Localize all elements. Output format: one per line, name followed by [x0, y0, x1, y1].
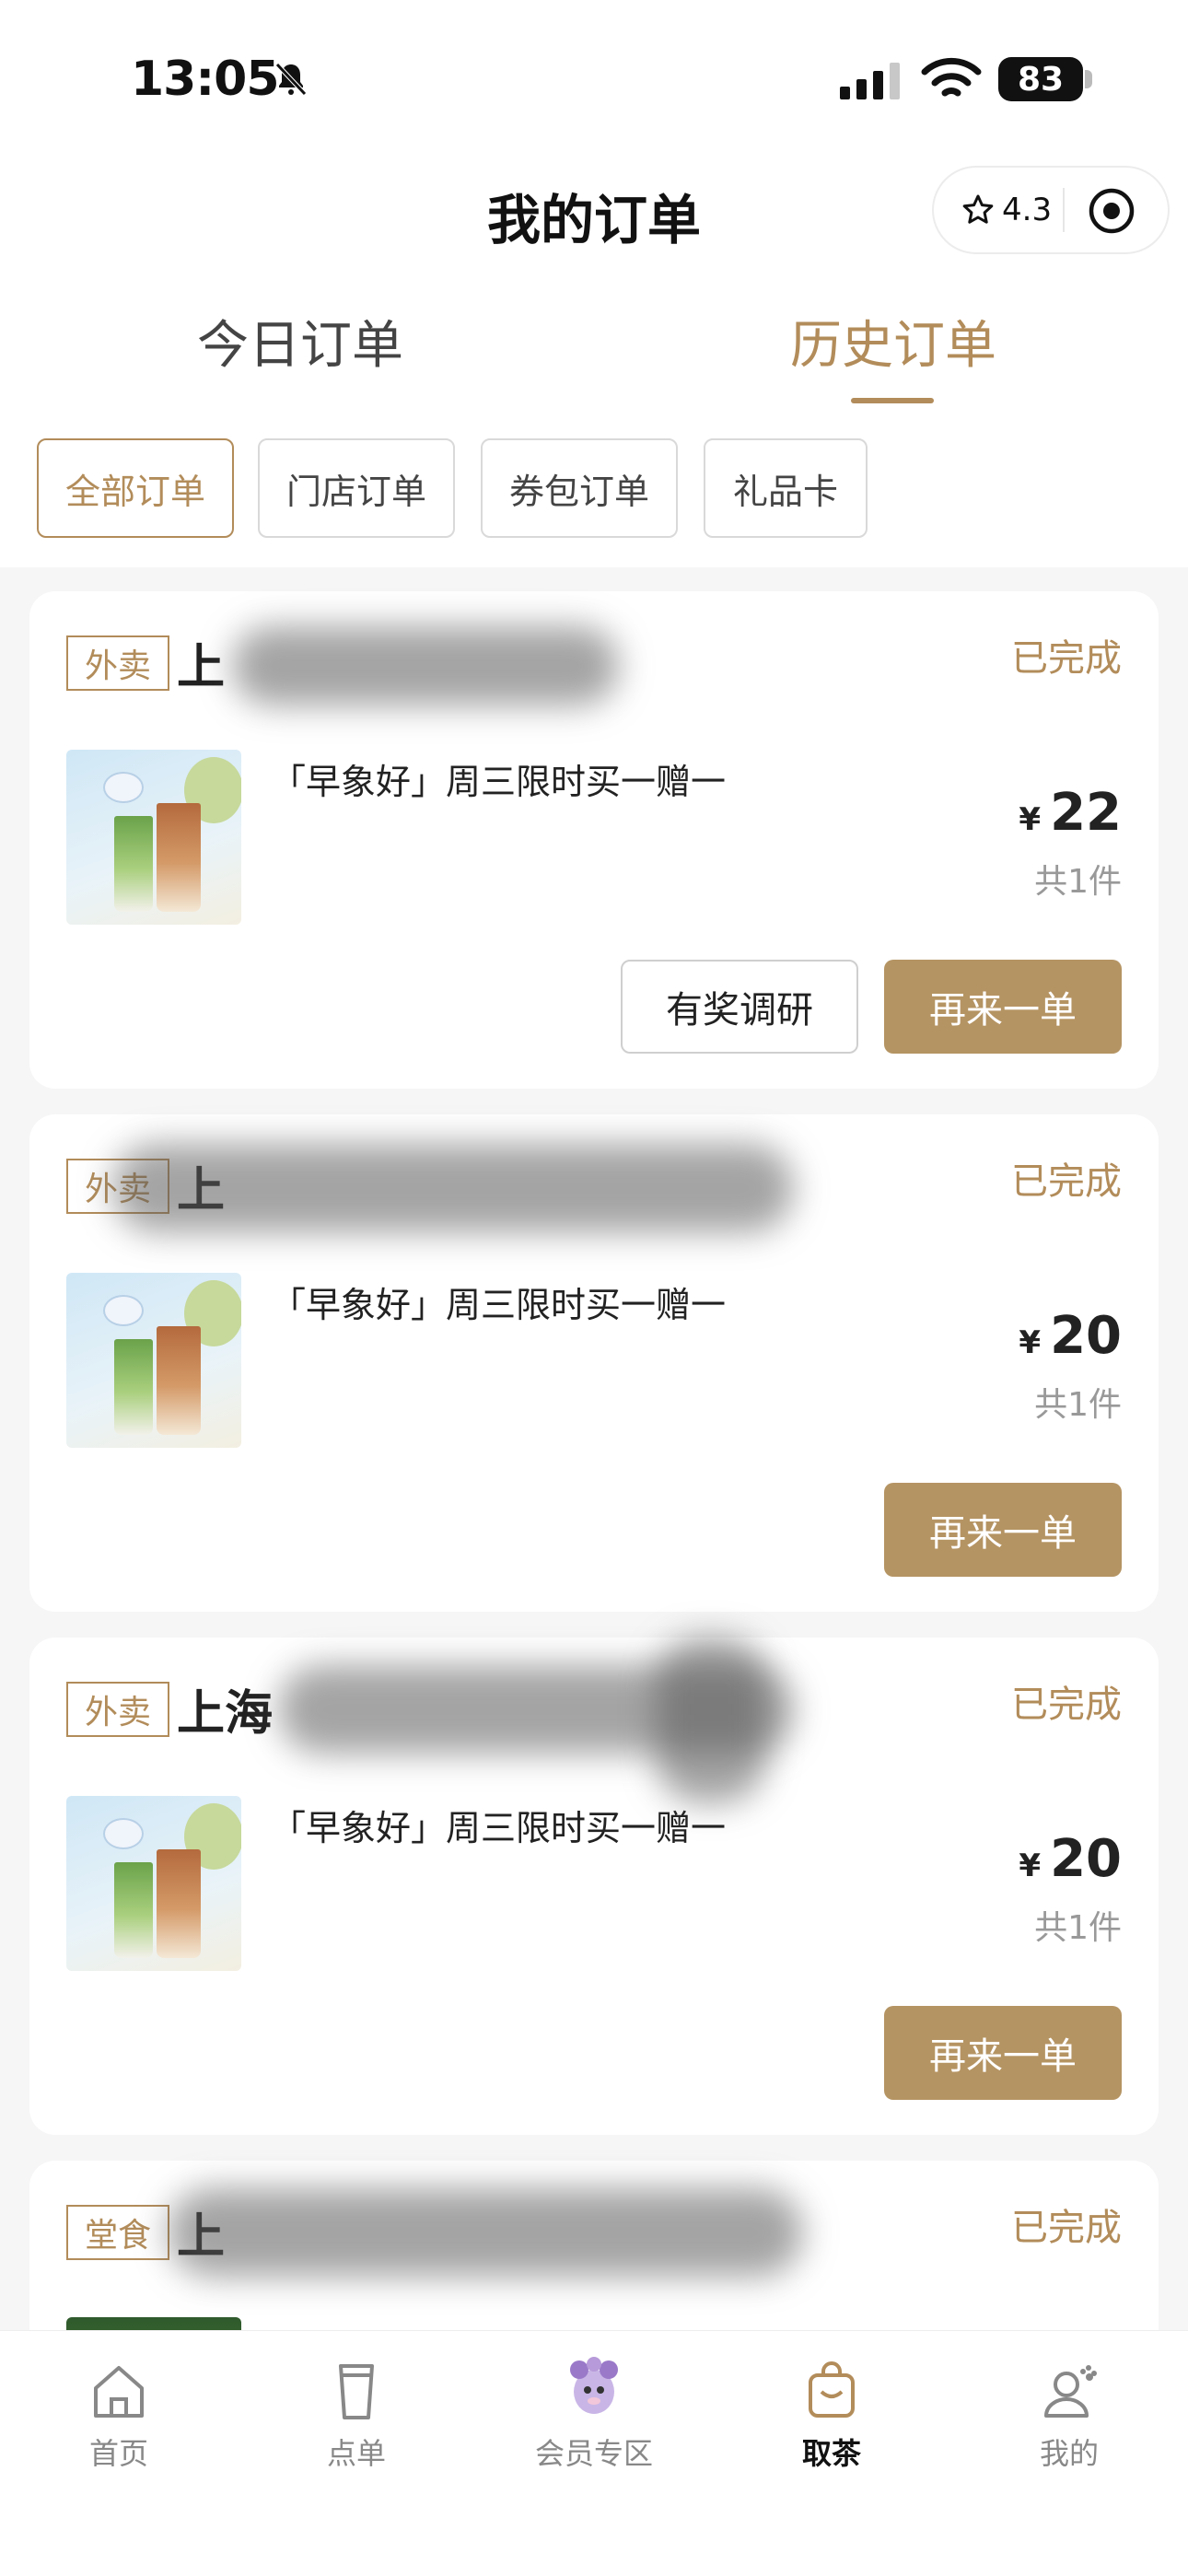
profile-icon: [1044, 2365, 1097, 2418]
redacted-store-name: [112, 1144, 794, 1232]
tab-history-orders[interactable]: 历史订单: [790, 304, 996, 379]
store-name: 上: [177, 640, 226, 695]
target-icon[interactable]: [1087, 186, 1136, 236]
nav-label: 取茶: [801, 2436, 861, 2471]
nav-member-zone[interactable]: 会员专区: [525, 2357, 663, 2473]
filter-gift-card[interactable]: 礼品卡: [704, 438, 868, 538]
rating-value: 4.3: [1002, 192, 1053, 228]
nav-home[interactable]: 首页: [50, 2359, 188, 2473]
survey-button[interactable]: 有奖调研: [621, 960, 858, 1054]
product-image[interactable]: [66, 1273, 241, 1448]
redacted-store-name: [232, 626, 619, 705]
order-card[interactable]: 外卖 上 已完成 「早象好」周三限时买一赠一 ¥20 共1件 再来一单: [29, 1114, 1159, 1612]
reorder-button[interactable]: 再来一单: [884, 2006, 1122, 2100]
bag-icon: [809, 2361, 855, 2418]
order-status: 已完成: [1011, 1684, 1122, 1726]
matcha-cup-graphic: [114, 816, 153, 912]
matcha-cup-graphic: [114, 1339, 153, 1435]
bell-muted-icon: [275, 63, 307, 96]
order-card[interactable]: 外卖 上 已完成 「早象好」周三限时买一赠一 ¥22 共1件 有奖调研 再来一单: [29, 591, 1159, 1089]
capsule-divider: [1063, 188, 1065, 232]
currency-symbol: ¥: [1019, 1324, 1042, 1361]
order-price: ¥20: [1019, 1306, 1122, 1366]
order-type-tag: 外卖: [66, 635, 169, 691]
product-name: 「早象好」周三限时买一赠一: [271, 1285, 727, 1325]
home-icon: [94, 2366, 144, 2418]
cup-icon: [339, 2364, 374, 2419]
product-name: 「早象好」周三限时买一赠一: [271, 1808, 727, 1848]
teapot-graphic: [103, 1295, 144, 1326]
nav-label: 首页: [88, 2436, 148, 2471]
mini-program-capsule[interactable]: 4.3: [932, 166, 1170, 254]
price-value: 22: [1050, 783, 1122, 843]
tea-cup-graphic: [157, 1849, 201, 1958]
currency-symbol: ¥: [1019, 1847, 1042, 1884]
store-name: 上海: [177, 1686, 274, 1742]
currency-symbol: ¥: [1019, 801, 1042, 838]
redacted-store-name: [168, 2188, 803, 2277]
cellular-signal-icon: [840, 63, 900, 99]
order-price: ¥20: [1019, 1829, 1122, 1889]
tea-cup-graphic: [157, 1326, 201, 1435]
price-value: 20: [1050, 1829, 1122, 1889]
product-image[interactable]: [66, 750, 241, 925]
nav-label: 会员专区: [534, 2436, 653, 2471]
product-image[interactable]: [66, 1796, 241, 1971]
price-value: 20: [1050, 1306, 1122, 1366]
battery-tip: [1085, 70, 1092, 88]
mascot-icon: [570, 2357, 618, 2414]
battery-indicator: 83: [998, 57, 1083, 101]
nav-profile[interactable]: 我的: [1000, 2359, 1138, 2473]
teapot-graphic: [103, 772, 144, 803]
filter-store-orders[interactable]: 门店订单: [258, 438, 455, 538]
nav-label: 我的: [1039, 2436, 1099, 2471]
item-count: 共1件: [1034, 1386, 1122, 1424]
filter-all-orders[interactable]: 全部订单: [37, 438, 234, 538]
product-name: 「早象好」周三限时买一赠一: [271, 762, 727, 802]
reorder-button[interactable]: 再来一单: [884, 1483, 1122, 1577]
order-type-tag: 堂食: [66, 2205, 169, 2260]
tea-cup-graphic: [157, 803, 201, 912]
item-count: 共1件: [1034, 1909, 1122, 1947]
order-type-tag: 外卖: [66, 1682, 169, 1737]
order-status: 已完成: [1011, 1160, 1122, 1203]
star-icon[interactable]: [961, 193, 995, 227]
battery-level: 83: [1017, 60, 1065, 99]
item-count: 共1件: [1034, 863, 1122, 901]
bottom-navigation: 首页 点单 会员专区 取茶 我的: [0, 2330, 1188, 2576]
order-card[interactable]: 外卖 上海 已完成 「早象好」周三限时买一赠一 ¥20 共1件 再来一单: [29, 1638, 1159, 2135]
nav-label: 点单: [326, 2436, 386, 2471]
order-status: 已完成: [1011, 2207, 1122, 2249]
order-price: ¥22: [1019, 783, 1122, 843]
nav-order[interactable]: 点单: [287, 2359, 425, 2473]
filter-voucher-orders[interactable]: 券包订单: [481, 438, 678, 538]
status-time: 13:05: [131, 52, 280, 107]
reorder-button[interactable]: 再来一单: [884, 960, 1122, 1054]
tab-today-orders[interactable]: 今日订单: [197, 304, 403, 379]
wifi-icon: [921, 57, 982, 97]
redacted-store-name: [656, 1638, 766, 1803]
teapot-graphic: [103, 1818, 144, 1849]
matcha-cup-graphic: [114, 1862, 153, 1958]
order-status: 已完成: [1011, 637, 1122, 680]
nav-pickup[interactable]: 取茶: [763, 2359, 901, 2473]
active-tab-indicator: [851, 398, 934, 403]
